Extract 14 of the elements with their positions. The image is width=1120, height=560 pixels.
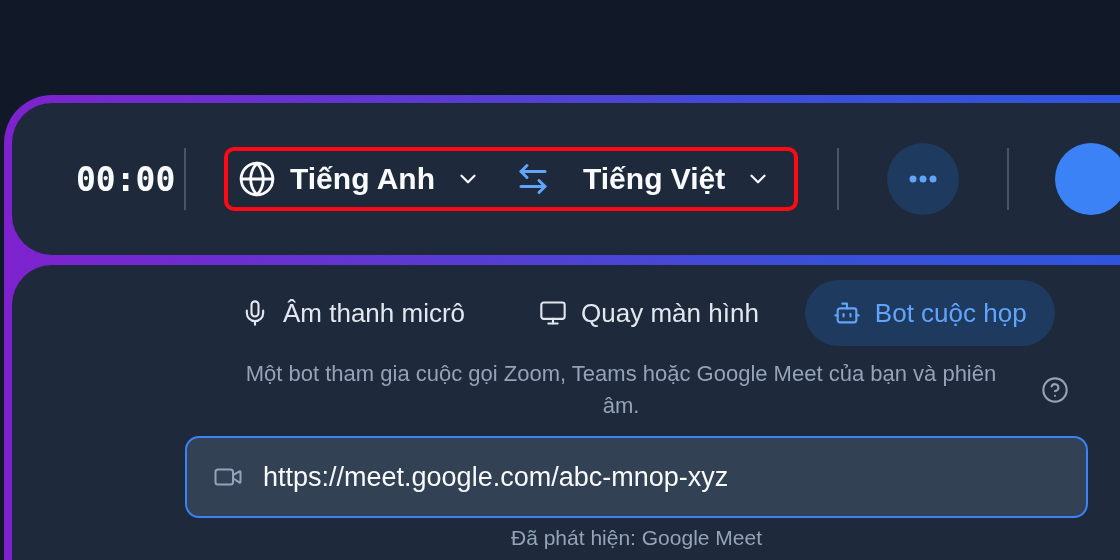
target-language-select[interactable]: Tiếng Việt bbox=[579, 162, 776, 196]
url-input[interactable]: https://meet.google.com/abc-mnop-xyz bbox=[261, 460, 1086, 494]
detected-platform-text: Đã phát hiện: Google Meet bbox=[511, 526, 762, 550]
meeting-link-field[interactable]: https://meet.google.com/abc-mnop-xyz bbox=[185, 436, 1088, 518]
ellipsis-icon bbox=[909, 175, 937, 183]
source-tab[interactable]: Bot cuộc họp bbox=[804, 280, 1055, 346]
source-language-select[interactable]: Tiếng Anh bbox=[234, 160, 485, 198]
description-text: Một bot tham gia cuộc gọi Zoom, Teams hoặc Google Meet của bạn và phiên âm. bbox=[244, 360, 998, 420]
source-tab[interactable]: Quay màn hình bbox=[511, 280, 787, 346]
help-icon[interactable] bbox=[1041, 376, 1069, 404]
timer: 00:00 bbox=[76, 159, 177, 199]
source-tab[interactable]: Âm thanh micrô bbox=[213, 280, 494, 346]
monitor-icon bbox=[539, 299, 568, 327]
globe-icon bbox=[238, 160, 276, 198]
